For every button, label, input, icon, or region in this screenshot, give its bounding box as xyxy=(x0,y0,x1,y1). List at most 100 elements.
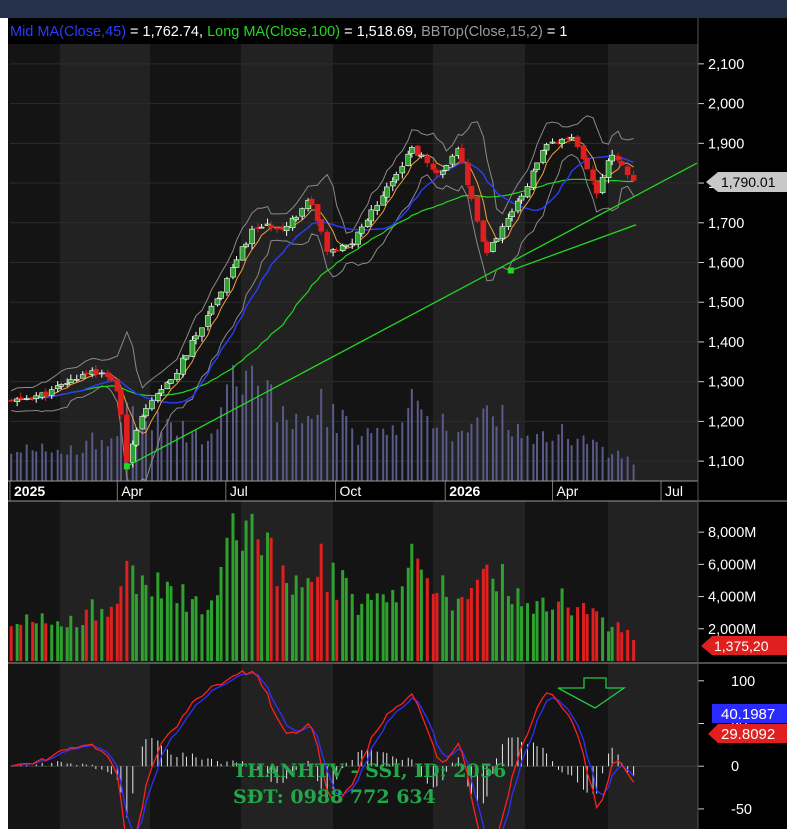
candle-body xyxy=(299,208,305,217)
candle-body xyxy=(189,339,196,357)
volume-bar xyxy=(335,599,339,661)
volume-bar xyxy=(595,611,599,661)
volume-bar xyxy=(620,632,624,661)
volume-bar xyxy=(510,604,514,661)
volume-bar xyxy=(206,609,210,661)
volume-bar xyxy=(50,624,54,661)
candle-body xyxy=(83,372,90,375)
candle-body xyxy=(17,397,24,400)
candle-body xyxy=(459,147,465,163)
macd-tick-label: -50 xyxy=(731,802,752,818)
volume-bar xyxy=(169,586,173,661)
candle-body xyxy=(524,186,531,198)
candle-body xyxy=(599,176,606,194)
candle-body xyxy=(149,400,155,410)
volume-bar xyxy=(560,588,564,661)
volume-bar xyxy=(350,593,354,661)
candle-body xyxy=(399,166,406,174)
candle-body xyxy=(509,211,515,218)
volume-bar xyxy=(294,575,298,661)
chart-stage: Mid MA(Close,45) = 1,762.74, Long MA(Clo… xyxy=(8,18,787,834)
volume-bar xyxy=(616,622,620,661)
volume-bar xyxy=(360,603,364,661)
volume-bar xyxy=(410,543,414,661)
volume-bar xyxy=(385,602,389,661)
volume-bar xyxy=(200,614,204,661)
candle-body xyxy=(218,291,224,299)
volume-bar xyxy=(31,621,35,661)
candle-body xyxy=(590,169,596,181)
candle-body xyxy=(584,157,590,170)
candle-body xyxy=(308,198,315,206)
volume-bar xyxy=(444,596,448,661)
volume-bar xyxy=(25,614,29,661)
candle-body xyxy=(23,398,30,400)
candle-body xyxy=(124,414,130,463)
volume-bar xyxy=(341,570,345,661)
volume-bar xyxy=(300,587,304,661)
candle-body xyxy=(108,375,115,381)
volume-bar xyxy=(69,615,73,661)
candle-body xyxy=(530,170,537,189)
price-tick-label: 1,700 xyxy=(708,216,744,232)
volume-bar xyxy=(125,560,129,661)
candle-body xyxy=(130,443,136,463)
legend-part-1: = 1,762.74, xyxy=(126,24,207,40)
volume-bar xyxy=(541,597,545,661)
volume-bar xyxy=(59,626,63,661)
current-price-marker: 1,790.01 xyxy=(706,172,787,192)
macd-band-q1-2026 xyxy=(433,664,525,829)
volume-bar xyxy=(275,586,279,661)
candle-body xyxy=(274,227,280,230)
candle-body xyxy=(14,398,20,402)
candle-body xyxy=(518,195,525,201)
candle-body xyxy=(180,357,186,375)
candle-body xyxy=(515,200,521,212)
volume-bar xyxy=(81,625,85,661)
time-tick-label: Oct xyxy=(340,483,362,499)
volume-bar xyxy=(94,620,98,661)
volume-bar xyxy=(194,596,198,661)
candle-body xyxy=(139,416,146,430)
time-tick-label: 2026 xyxy=(449,483,480,499)
volume-bar xyxy=(19,624,23,661)
volume-bar xyxy=(531,613,535,661)
candle-body xyxy=(440,170,446,175)
volume-bar xyxy=(632,640,636,661)
volume-bar xyxy=(190,599,194,661)
volume-bar xyxy=(65,627,69,661)
candle-body xyxy=(314,204,321,221)
volume-bar xyxy=(250,513,254,661)
price-tick-label: 1,200 xyxy=(708,414,744,430)
candle-body xyxy=(283,225,290,231)
volume-bar xyxy=(316,576,320,661)
candle-body xyxy=(534,162,540,170)
volume-bar xyxy=(431,593,435,661)
candle-body xyxy=(414,145,421,156)
price-tick-label: 2,100 xyxy=(708,57,744,73)
candle-body xyxy=(618,160,625,166)
candle-body xyxy=(143,408,149,417)
volume-bar xyxy=(576,607,580,661)
candle-body xyxy=(349,243,356,246)
candle-body xyxy=(383,186,390,198)
candle-body xyxy=(233,259,240,268)
time-tick-label: Jul xyxy=(665,483,683,499)
trendline-anchor xyxy=(507,267,514,274)
volume-bar xyxy=(119,586,123,661)
candle-body xyxy=(114,379,121,392)
volume-bar xyxy=(466,599,470,661)
legend-part-3: = 1,518.69, xyxy=(340,24,421,40)
stock-chart: Mid MA(Close,45) = 1,762.74, Long MA(Clo… xyxy=(8,18,787,834)
time-tick-label: Apr xyxy=(557,483,579,499)
volume-bar xyxy=(391,589,395,661)
watermark-line-2: SĐT: 0988 772 634 xyxy=(233,786,436,808)
price-tick-label: 1,900 xyxy=(708,136,744,152)
candle-body xyxy=(73,378,80,381)
volume-bar xyxy=(344,577,348,661)
candle-body xyxy=(568,136,575,140)
macd-tick-label: 0 xyxy=(731,759,739,775)
candle-body xyxy=(293,217,299,220)
candle-body xyxy=(174,372,180,380)
volume-bar xyxy=(244,520,248,661)
